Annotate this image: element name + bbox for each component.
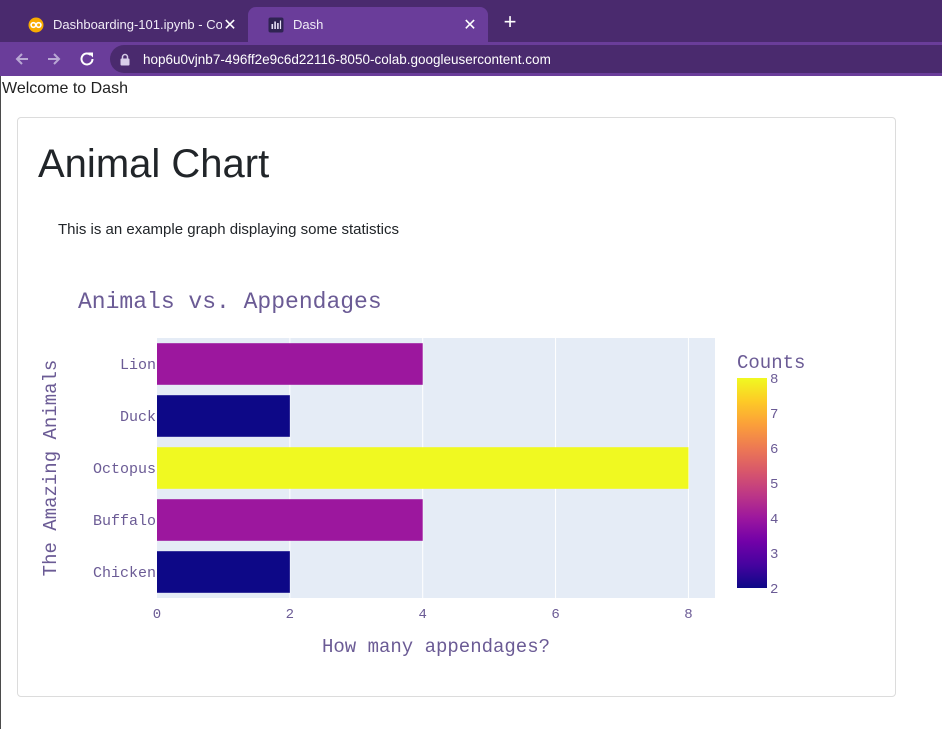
x-tick-label: 0	[153, 607, 161, 623]
y-axis-title: The Amazing Animals	[40, 360, 62, 577]
category-labels: Lion Duck Octopus Buffalo Chicken	[93, 357, 156, 582]
x-tick-labels: 0 2 4 6 8	[153, 607, 693, 623]
bar	[157, 499, 423, 541]
bar	[157, 395, 290, 437]
x-tick-label: 4	[419, 607, 427, 623]
colorbar-tick-labels: 2 3 4 5 6 7 8	[770, 372, 778, 598]
x-axis-title: How many appendages?	[322, 636, 550, 658]
colorbar-tick-label: 3	[770, 547, 778, 563]
colorbar	[737, 378, 767, 588]
category-label: Octopus	[93, 461, 156, 478]
bar	[157, 551, 290, 593]
colorbar-tick-label: 2	[770, 582, 778, 598]
category-label: Duck	[120, 409, 156, 426]
colorbar-title: Counts	[737, 352, 805, 374]
category-label: Lion	[120, 357, 156, 374]
category-label: Chicken	[93, 565, 156, 582]
chart-title: Animals vs. Appendages	[78, 289, 382, 315]
colorbar-tick-label: 4	[770, 512, 778, 528]
bar	[157, 447, 689, 489]
category-label: Buffalo	[93, 513, 156, 530]
colorbar-tick-label: 6	[770, 442, 778, 458]
colorbar-tick-label: 8	[770, 372, 778, 388]
x-tick-label: 6	[551, 607, 559, 623]
animal-bar-chart[interactable]: Lion Duck Octopus Buffalo Chicken 0 2 4 6 8 Anim…	[0, 0, 942, 729]
bar	[157, 343, 423, 385]
x-tick-label: 2	[286, 607, 294, 623]
colorbar-tick-label: 7	[770, 407, 778, 423]
colorbar-tick-label: 5	[770, 477, 778, 493]
x-tick-label: 8	[684, 607, 692, 623]
